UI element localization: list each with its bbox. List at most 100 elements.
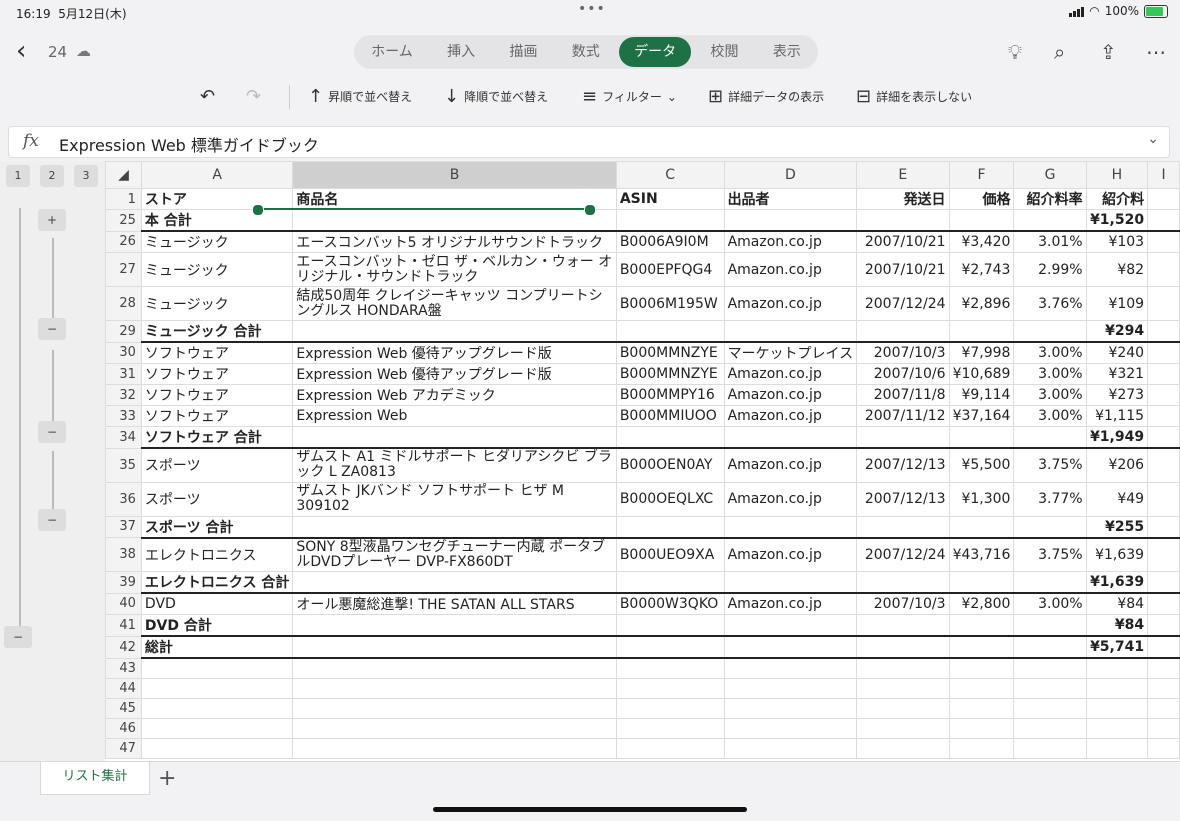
collapse-all-button[interactable]: − (4, 626, 32, 648)
undo-button[interactable]: ↶ (200, 86, 215, 107)
cell-fee-rate[interactable] (1013, 737, 1087, 759)
cell-empty[interactable] (1147, 426, 1180, 449)
cell-store[interactable]: ソフトウェア (140, 384, 294, 406)
cell-asin[interactable]: B000OEN0AY (615, 447, 725, 483)
cell-fee[interactable] (1085, 737, 1149, 759)
cell-store[interactable]: DVD 合計 (140, 614, 294, 637)
cell-empty[interactable] (1147, 614, 1180, 637)
row-header[interactable]: 36 (105, 481, 142, 517)
cell-seller[interactable]: Amazon.co.jp (723, 592, 858, 615)
cell-fee-rate[interactable] (1013, 697, 1087, 719)
cell-product[interactable] (292, 515, 617, 539)
cell-price[interactable]: ¥2,743 (948, 252, 1015, 287)
cell-seller[interactable]: Amazon.co.jp (723, 481, 858, 517)
row-header[interactable]: 35 (105, 447, 142, 483)
cell-product[interactable]: エースコンバット5 オリジナルサウンドトラック (292, 230, 617, 253)
cell-fee-rate[interactable]: 紹介料率 (1013, 188, 1087, 210)
cell-empty[interactable] (1147, 447, 1180, 483)
row-header[interactable]: 29 (105, 320, 142, 343)
cell-seller[interactable]: Amazon.co.jp (723, 252, 858, 287)
cell-ship-date[interactable]: 2007/10/6 (856, 363, 950, 385)
cell-fee-rate[interactable] (1013, 426, 1087, 449)
show-detail-button[interactable]: ⊞ 詳細データの表示 (708, 86, 824, 107)
row-header[interactable]: 33 (105, 405, 142, 427)
column-header-d[interactable]: D (723, 161, 858, 189)
row-header[interactable]: 26 (105, 230, 142, 253)
cell-product[interactable]: エースコンバット・ゼロ ザ・ベルカン・ウォー オリジナル・サウンドトラック (292, 252, 617, 287)
cell-fee[interactable] (1085, 697, 1149, 719)
cell-price[interactable]: ¥1,300 (948, 481, 1015, 517)
cell-asin[interactable] (615, 209, 725, 232)
cell-fee[interactable]: ¥5,741 (1085, 635, 1149, 659)
add-sheet-plus-icon[interactable]: + (158, 766, 176, 791)
row-header[interactable]: 25 (105, 209, 142, 232)
cell-asin[interactable] (615, 515, 725, 539)
row-header[interactable]: 38 (105, 537, 142, 572)
cell-asin[interactable] (615, 677, 725, 699)
tab-5[interactable]: 校閲 (695, 37, 753, 67)
cell-fee-rate[interactable] (1013, 717, 1087, 739)
cell-asin[interactable] (615, 635, 725, 659)
cell-fee-rate[interactable]: 3.00% (1013, 405, 1087, 427)
cell-ship-date[interactable] (856, 717, 950, 739)
cell-store[interactable]: DVD (140, 592, 294, 615)
row-header[interactable]: 39 (105, 571, 142, 594)
cell-fee[interactable]: ¥1,639 (1085, 537, 1149, 572)
cell-product[interactable] (292, 209, 617, 232)
cell-product[interactable]: Expression Web アカデミック (292, 384, 617, 406)
column-header-i[interactable]: I (1147, 161, 1180, 189)
cell-ship-date[interactable] (856, 697, 950, 719)
cell-product[interactable]: 結成50周年 クレイジーキャッツ コンプリートシングルス HONDARA盤 (292, 286, 617, 321)
row-header[interactable]: 47 (105, 737, 142, 759)
cell-ship-date[interactable]: 2007/12/24 (856, 537, 950, 572)
cell-grid[interactable]: ◢ A B C D E F G H I 1 ストア 商品名 ASIN 出品者 発送日 価格紹… (105, 161, 1180, 759)
cell-empty[interactable] (1147, 286, 1180, 321)
cell-seller[interactable] (723, 209, 858, 232)
cell-empty[interactable] (1147, 737, 1180, 759)
cell-price[interactable] (948, 320, 1015, 343)
cell-ship-date[interactable]: 2007/10/3 (856, 341, 950, 364)
cell-empty[interactable] (1147, 481, 1180, 517)
search-icon[interactable]: ⌕ (1054, 40, 1065, 64)
column-header-f[interactable]: F (948, 161, 1015, 189)
cell-seller[interactable]: Amazon.co.jp (723, 537, 858, 572)
sort-ascending-button[interactable]: ↑ 昇順で並べ替え (308, 86, 412, 107)
cell-ship-date[interactable]: 2007/12/13 (856, 481, 950, 517)
cell-product[interactable]: 商品名 (292, 188, 617, 210)
cell-asin[interactable] (615, 320, 725, 343)
collapse-sports-button[interactable]: − (38, 509, 66, 531)
cell-store[interactable]: スポーツ (140, 481, 294, 517)
cell-product[interactable] (292, 614, 617, 637)
row-header[interactable]: 28 (105, 286, 142, 321)
cell-seller[interactable]: Amazon.co.jp (723, 447, 858, 483)
cell-store[interactable]: ソフトウェア (140, 405, 294, 427)
hide-detail-button[interactable]: ⊟ 詳細を表示しない (856, 86, 972, 107)
row-header[interactable]: 34 (105, 426, 142, 449)
cell-price[interactable]: ¥3,420 (948, 230, 1015, 253)
selection-handle-end[interactable] (584, 204, 596, 216)
cell-seller[interactable] (723, 697, 858, 719)
cell-fee[interactable]: 紹介料 (1085, 188, 1149, 210)
cell-empty[interactable] (1147, 697, 1180, 719)
cell-price[interactable]: 価格 (948, 188, 1015, 210)
cell-product[interactable]: ザムスト JKバンド ソフトサポート ヒザ M 309102 (292, 481, 617, 517)
cell-asin[interactable]: B000MMNZYE (615, 363, 725, 385)
cell-empty[interactable] (1147, 657, 1180, 679)
cell-seller[interactable]: Amazon.co.jp (723, 384, 858, 406)
cell-asin[interactable] (615, 737, 725, 759)
cell-price[interactable] (948, 697, 1015, 719)
cell-store[interactable]: スポーツ 合計 (140, 515, 294, 539)
cell-product[interactable] (292, 320, 617, 343)
column-header-g[interactable]: G (1013, 161, 1087, 189)
cell-fee-rate[interactable] (1013, 677, 1087, 699)
cell-fee[interactable]: ¥294 (1085, 320, 1149, 343)
collapse-software-button[interactable]: − (38, 421, 66, 443)
cell-price[interactable]: ¥9,114 (948, 384, 1015, 406)
cell-price[interactable] (948, 677, 1015, 699)
share-icon[interactable]: ⇪ (1100, 40, 1117, 64)
cell-product[interactable] (292, 426, 617, 449)
cell-fee[interactable]: ¥109 (1085, 286, 1149, 321)
cell-asin[interactable] (615, 571, 725, 594)
column-header-b[interactable]: B (292, 161, 617, 189)
cell-asin[interactable]: B0006M195W (615, 286, 725, 321)
